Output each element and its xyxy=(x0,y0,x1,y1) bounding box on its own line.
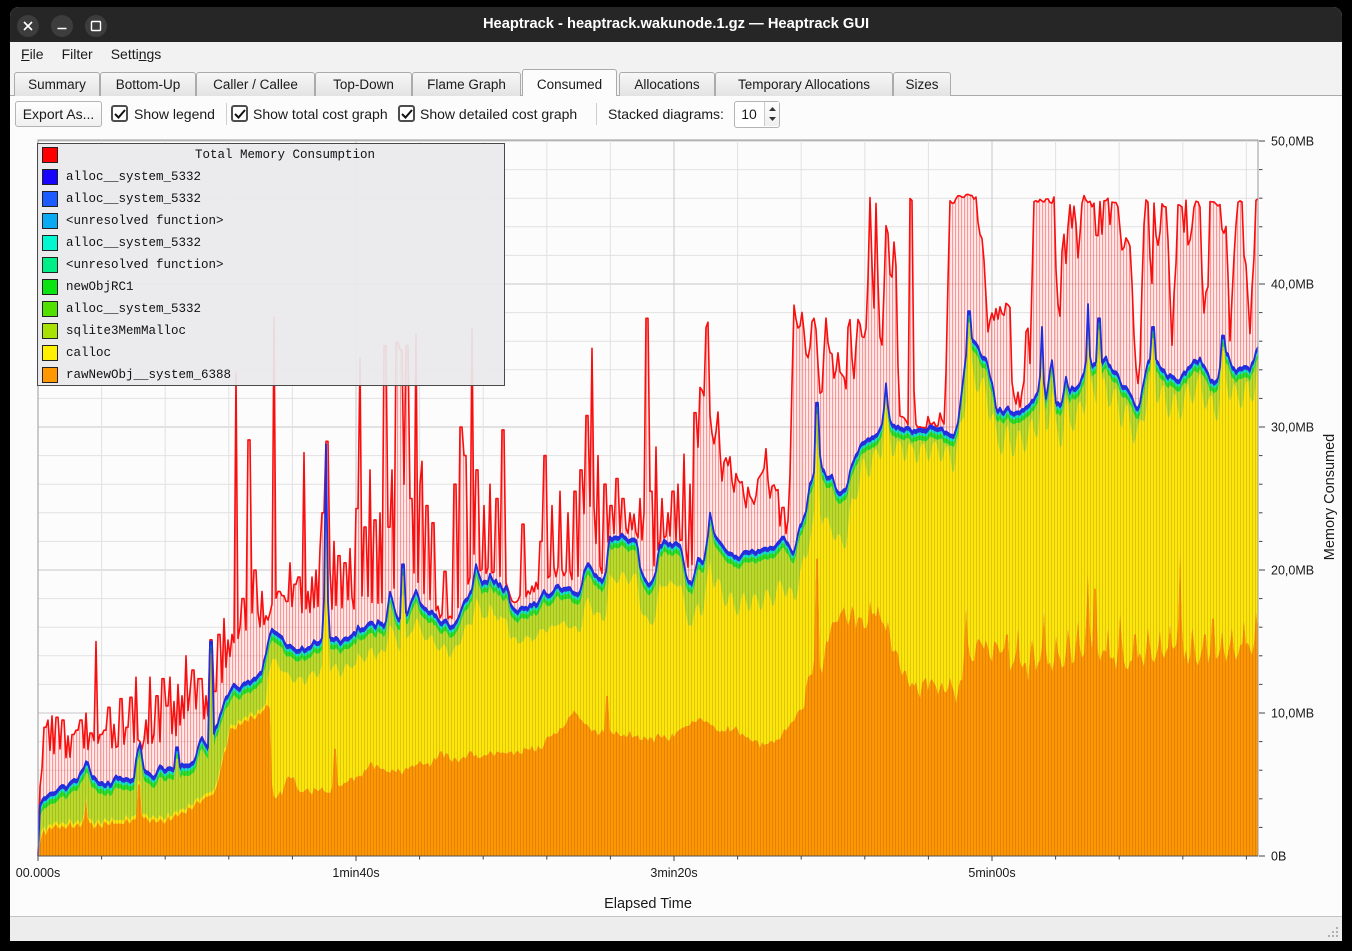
svg-text:1min40s: 1min40s xyxy=(332,866,379,880)
svg-text:50,0MB: 50,0MB xyxy=(1271,135,1314,149)
svg-text:0B: 0B xyxy=(1271,850,1286,864)
svg-text:20,0MB: 20,0MB xyxy=(1271,564,1314,578)
svg-text:3min20s: 3min20s xyxy=(650,866,697,880)
svg-text:00.000s: 00.000s xyxy=(16,866,60,880)
svg-text:Elapsed Time: Elapsed Time xyxy=(604,896,692,912)
svg-text:5min00s: 5min00s xyxy=(968,866,1015,880)
svg-text:Memory Consumed: Memory Consumed xyxy=(1322,434,1338,561)
svg-text:40,0MB: 40,0MB xyxy=(1271,278,1314,292)
svg-text:30,0MB: 30,0MB xyxy=(1271,421,1314,435)
svg-text:10,0MB: 10,0MB xyxy=(1271,707,1314,721)
